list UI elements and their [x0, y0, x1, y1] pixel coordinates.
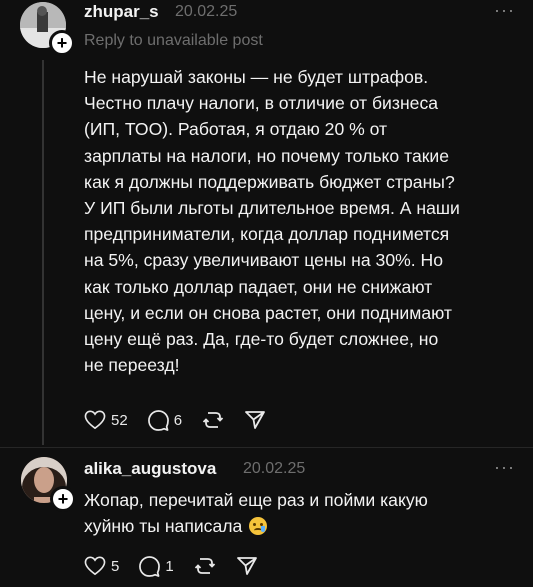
crying-face-emoji — [249, 517, 268, 536]
action-bar: 52 6 — [84, 408, 286, 432]
follow-plus-icon[interactable]: + — [49, 30, 75, 56]
divider — [0, 447, 533, 448]
comment-text-line: хуйню ты написала — [84, 516, 243, 537]
reply-count: 6 — [173, 411, 183, 429]
reply-button[interactable]: 6 — [147, 409, 183, 431]
like-count: 5 — [111, 557, 120, 575]
like-count: 52 — [111, 411, 128, 429]
action-bar: 5 1 — [84, 554, 278, 578]
post-date: 20.02.25 — [175, 3, 238, 20]
follow-plus-icon[interactable]: + — [50, 486, 76, 512]
thread-line — [42, 60, 44, 445]
share-button[interactable] — [244, 410, 266, 430]
post-date: 20.02.25 — [243, 460, 306, 477]
username[interactable]: alika_augustova — [84, 459, 216, 479]
reply-count: 1 — [165, 557, 174, 575]
reply-button[interactable]: 1 — [139, 555, 174, 577]
repost-button[interactable] — [194, 556, 216, 576]
send-icon — [245, 411, 265, 429]
more-options-icon[interactable]: ··· — [494, 0, 515, 21]
share-button[interactable] — [236, 556, 258, 576]
comment-bubble-icon — [139, 555, 161, 577]
heart-icon — [84, 410, 106, 430]
like-button[interactable]: 52 — [84, 410, 128, 430]
username[interactable]: zhupar_s — [84, 2, 159, 22]
more-options-icon[interactable]: ··· — [494, 457, 515, 478]
comment-text: Жопар, перечитай еще раз и пойми какую х… — [84, 487, 514, 539]
reply-context[interactable]: Reply to unavailable post — [84, 32, 263, 50]
repost-button[interactable] — [202, 410, 224, 430]
repost-icon — [194, 558, 215, 574]
comment-bubble-icon — [147, 409, 169, 431]
comment-text: Не нарушай законы — не будет штрафов. Че… — [84, 67, 460, 376]
heart-icon — [84, 556, 106, 576]
comment-text-line: Жопар, перечитай еще раз и пойми какую — [84, 490, 428, 510]
like-button[interactable]: 5 — [84, 556, 119, 576]
repost-icon — [202, 412, 224, 428]
send-icon — [236, 557, 257, 575]
